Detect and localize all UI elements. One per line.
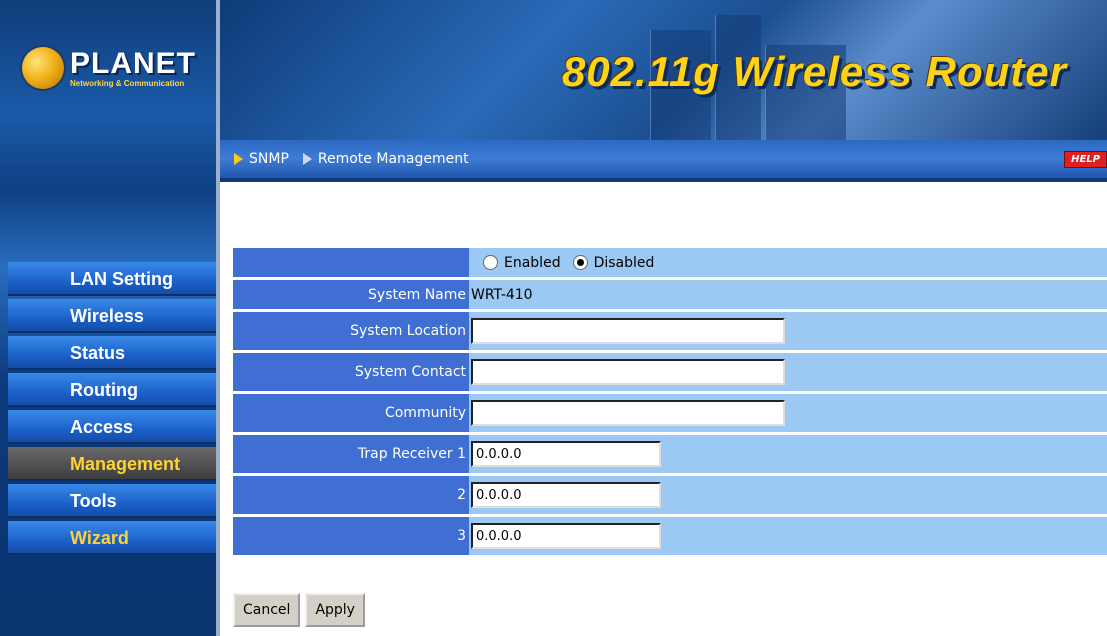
system-location-label: System Location bbox=[233, 312, 469, 350]
menu-item-wizard[interactable]: Wizard bbox=[8, 521, 216, 555]
enabled-radio[interactable] bbox=[483, 255, 498, 270]
globe-icon bbox=[22, 47, 64, 89]
action-buttons: Cancel Apply bbox=[233, 593, 365, 627]
form-label-empty bbox=[233, 248, 469, 277]
arrow-right-icon bbox=[302, 153, 312, 165]
logo-tagline: Networking & Communication bbox=[70, 78, 185, 88]
system-location-input[interactable] bbox=[471, 318, 785, 344]
menu-item-wireless[interactable]: Wireless bbox=[8, 299, 216, 333]
trap-receiver-2-input[interactable] bbox=[471, 482, 661, 508]
system-name-label: System Name bbox=[233, 280, 469, 309]
form-row-snmp-toggle: Enabled Disabled bbox=[233, 248, 1107, 277]
arrow-right-icon bbox=[234, 153, 243, 165]
form-row-system-contact: System Contact bbox=[233, 353, 1107, 391]
menu-item-status[interactable]: Status bbox=[8, 336, 216, 370]
snmp-radio-group: Enabled Disabled bbox=[483, 255, 666, 271]
breadcrumb-page-label: Remote Management bbox=[317, 151, 469, 167]
breadcrumb-section-label: SNMP bbox=[249, 151, 289, 167]
breadcrumb: SNMP Remote Management HELP bbox=[220, 140, 1107, 182]
menu-item-routing[interactable]: Routing bbox=[8, 373, 216, 407]
community-input[interactable] bbox=[471, 400, 785, 426]
disabled-radio-label[interactable]: Disabled bbox=[594, 255, 655, 271]
cancel-button[interactable]: Cancel bbox=[233, 593, 301, 627]
help-button[interactable]: HELP bbox=[1064, 151, 1107, 168]
form-row-community: Community bbox=[233, 394, 1107, 432]
form-row-trap-receiver-3: 3 bbox=[233, 517, 1107, 555]
form-row-system-name: System Name WRT-410 bbox=[233, 280, 1107, 309]
sidebar: PLANET Networking & Communication LAN Se… bbox=[0, 0, 220, 636]
breadcrumb-page: Remote Management bbox=[302, 151, 469, 167]
main-menu: LAN Setting Wireless Status Routing Acce… bbox=[8, 262, 216, 558]
snmp-form: Enabled Disabled System Name WRT-410 Sys… bbox=[233, 248, 1107, 558]
header-banner: 802.11g Wireless Router bbox=[220, 0, 1107, 140]
community-label: Community bbox=[233, 394, 469, 432]
form-row-system-location: System Location bbox=[233, 312, 1107, 350]
menu-item-tools[interactable]: Tools bbox=[8, 484, 216, 518]
breadcrumb-section: SNMP bbox=[234, 151, 289, 167]
system-contact-label: System Contact bbox=[233, 353, 469, 391]
trap-receiver-1-input[interactable] bbox=[471, 441, 661, 467]
menu-item-access[interactable]: Access bbox=[8, 410, 216, 444]
system-name-value: WRT-410 bbox=[471, 286, 533, 303]
planet-logo: PLANET Networking & Communication bbox=[22, 38, 202, 98]
trap-receiver-3-label: 3 bbox=[233, 517, 469, 555]
trap-receiver-1-label: Trap Receiver 1 bbox=[233, 435, 469, 473]
apply-button[interactable]: Apply bbox=[305, 593, 365, 627]
product-title: 802.11g Wireless Router bbox=[561, 48, 1067, 95]
disabled-radio[interactable] bbox=[572, 255, 588, 270]
trap-receiver-3-input[interactable] bbox=[471, 523, 661, 549]
form-row-trap-receiver-2: 2 bbox=[233, 476, 1107, 514]
enabled-radio-label[interactable]: Enabled bbox=[504, 255, 561, 271]
logo-brand: PLANET bbox=[70, 46, 196, 80]
form-row-trap-receiver-1: Trap Receiver 1 bbox=[233, 435, 1107, 473]
menu-item-lan-setting[interactable]: LAN Setting bbox=[8, 262, 216, 296]
trap-receiver-2-label: 2 bbox=[233, 476, 469, 514]
menu-item-management[interactable]: Management bbox=[8, 447, 216, 481]
system-contact-input[interactable] bbox=[471, 359, 785, 385]
